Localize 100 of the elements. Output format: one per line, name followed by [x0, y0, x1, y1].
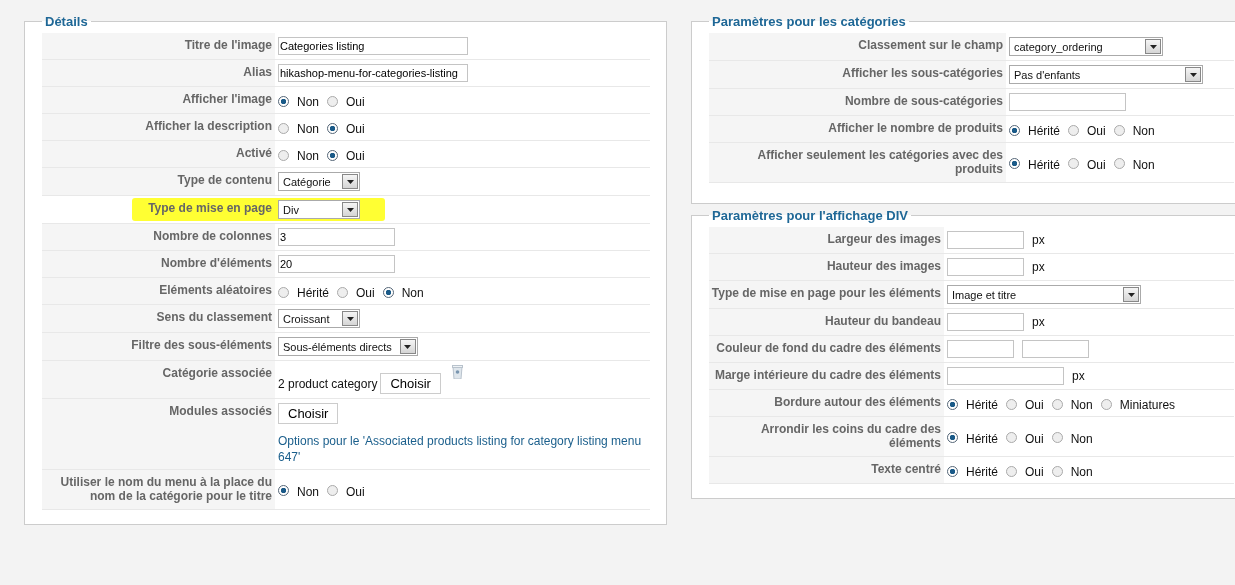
radio-button[interactable]	[1051, 465, 1063, 477]
caret-icon	[1185, 67, 1201, 82]
field-label: Sens du classement	[42, 305, 275, 332]
option-label: Oui	[1025, 430, 1044, 446]
caret-icon	[342, 202, 358, 217]
choose-button[interactable]: Choisir	[380, 373, 441, 394]
text-field[interactable]	[947, 340, 1014, 358]
radio-button[interactable]	[382, 286, 394, 298]
radio-button[interactable]	[1009, 124, 1020, 136]
radio-button[interactable]	[1051, 398, 1063, 410]
option-label: Oui	[1025, 464, 1044, 479]
option-label: Non	[1132, 156, 1155, 172]
text-field[interactable]	[1009, 93, 1126, 111]
radio-button[interactable]	[278, 485, 289, 496]
text-field[interactable]: 3	[278, 228, 395, 246]
choose-button[interactable]: Choisir	[278, 403, 339, 424]
field-label: Type de mise en page	[147, 200, 273, 217]
option-label: Oui	[1025, 397, 1044, 412]
option-label: Non	[1070, 464, 1093, 479]
dropdown[interactable]: Croissant	[278, 309, 360, 328]
text-field[interactable]: hikashop-menu-for-categories-listing	[278, 64, 468, 82]
dropdown[interactable]: category_ordering	[1009, 37, 1163, 56]
field-label: Type de contenu	[42, 168, 275, 195]
radio-button[interactable]	[1006, 465, 1017, 477]
field-label: Afficher le nombre de produits	[709, 116, 1006, 142]
dropdown[interactable]: Div	[278, 200, 360, 219]
dropdown[interactable]: Image et titre	[947, 285, 1141, 304]
text-field[interactable]	[947, 258, 1024, 276]
radio-button[interactable]	[1113, 158, 1125, 169]
radio-button[interactable]	[1006, 432, 1017, 443]
field-label: Eléments aléatoires	[42, 278, 275, 304]
option-label: Oui	[346, 148, 365, 163]
option-label: Non	[297, 483, 319, 499]
radio-button[interactable]	[1068, 124, 1079, 136]
option-label: Oui	[346, 94, 365, 109]
field-label: Activé	[42, 141, 275, 167]
radio-button[interactable]	[1009, 158, 1020, 169]
radio-button[interactable]	[947, 398, 958, 410]
text-field[interactable]: 20	[278, 255, 395, 273]
radio-button[interactable]	[278, 149, 289, 161]
field-label: Largeur des images	[709, 227, 944, 253]
dropdown[interactable]: Pas d'enfants	[1009, 65, 1203, 84]
radio-button[interactable]	[327, 95, 338, 107]
caret-icon	[1145, 39, 1161, 54]
field-label: Afficher l'image	[42, 87, 275, 113]
radio-button[interactable]	[947, 432, 958, 443]
option-label: Non	[1070, 397, 1093, 412]
field-label: Modules associés	[42, 399, 275, 469]
option-label: Non	[297, 121, 319, 136]
field-label: Bordure autour des éléments	[709, 390, 944, 416]
field-label: Afficher la description	[42, 114, 275, 140]
section-title: Paramètres pour les catégories	[711, 14, 907, 29]
option-label: Hérité	[1028, 156, 1060, 172]
text-field[interactable]	[947, 231, 1024, 249]
dropdown[interactable]: Catégorie	[278, 172, 360, 191]
option-label: Hérité	[966, 397, 998, 412]
radio-button[interactable]	[327, 149, 338, 161]
radio-button[interactable]	[278, 95, 289, 107]
text-field[interactable]	[947, 313, 1024, 331]
field-label: Marge intérieure du cadre des éléments	[709, 363, 944, 389]
field-label: Utiliser le nom du menu à la place du nom de la catégorie pour le titre	[42, 470, 275, 509]
field-label: Afficher les sous-catégories	[709, 61, 1006, 88]
radio-button[interactable]	[327, 485, 338, 496]
option-label: Non	[1070, 430, 1093, 446]
option-label: Oui	[356, 285, 375, 300]
field-label: Alias	[42, 60, 275, 86]
radio-button[interactable]	[1006, 398, 1017, 410]
radio-button[interactable]	[278, 122, 289, 134]
trash-icon[interactable]	[451, 365, 463, 379]
option-label: Hérité	[966, 464, 998, 479]
radio-button[interactable]	[947, 465, 958, 477]
text-field[interactable]	[1022, 340, 1089, 358]
option-label: Oui	[346, 121, 365, 136]
field-label: Hauteur du bandeau	[709, 309, 944, 335]
caret-icon	[1123, 287, 1139, 302]
option-label: Hérité	[297, 285, 329, 300]
field-label: Type de mise en page pour les éléments	[709, 281, 944, 308]
field-label: Hauteur des images	[709, 254, 944, 280]
radio-button[interactable]	[337, 286, 348, 298]
field-label: Nombre de sous-catégories	[709, 89, 1006, 115]
radio-button[interactable]	[1068, 158, 1079, 169]
option-label: Oui	[1087, 123, 1106, 138]
radio-button[interactable]	[327, 122, 338, 134]
unit-label: px	[1072, 369, 1085, 383]
text-field[interactable]	[947, 367, 1064, 385]
field-label: Arrondir les coins du cadre des éléments	[709, 417, 944, 456]
caret-icon	[399, 339, 416, 354]
field-label: Nombre d'éléments	[42, 251, 275, 277]
caret-icon	[342, 311, 358, 326]
text-field[interactable]: Categories listing	[278, 37, 468, 55]
radio-button[interactable]	[278, 286, 289, 298]
radio-button[interactable]	[1051, 432, 1063, 443]
field-label: Afficher seulement les catégories avec des produits	[709, 143, 1006, 182]
option-label: Miniatures	[1119, 397, 1176, 412]
field-label: Filtre des sous-éléments	[42, 333, 275, 360]
radio-button[interactable]	[1100, 398, 1112, 410]
dropdown[interactable]: Sous-éléments directs	[278, 337, 418, 356]
radio-button[interactable]	[1113, 124, 1125, 136]
field-label: Classement sur le champ	[709, 33, 1006, 60]
options-link[interactable]: Options pour le 'Associated products listing for category listing menu 647'	[278, 433, 647, 465]
